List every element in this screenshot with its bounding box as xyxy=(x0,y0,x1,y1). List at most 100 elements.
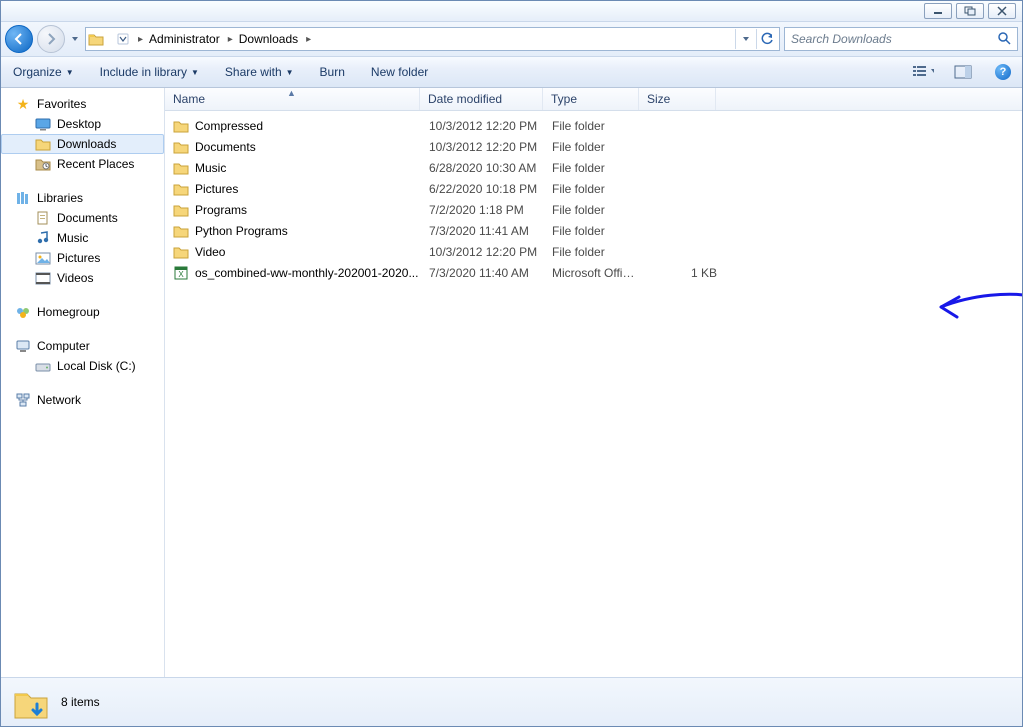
nav-label: Computer xyxy=(37,339,90,353)
down-arrow-icon[interactable] xyxy=(104,31,136,47)
svg-text:X: X xyxy=(178,270,184,279)
homegroup-header[interactable]: Homegroup xyxy=(1,302,164,322)
col-label: Type xyxy=(551,92,577,106)
col-label: Name xyxy=(173,92,205,106)
share-with-button[interactable]: Share with▼ xyxy=(221,63,298,81)
toolbar: Organize ▼ Include in library ▼ Share with… xyxy=(1,57,1022,88)
history-dropdown[interactable] xyxy=(69,26,81,52)
include-in-library-button[interactable]: Include in library ▼ xyxy=(96,63,203,81)
nav-local-disk-c[interactable]: Local Disk (C:) xyxy=(1,356,164,376)
desktop-icon xyxy=(35,116,51,132)
star-icon: ★ xyxy=(15,96,31,112)
nav-lib-videos[interactable]: Videos xyxy=(1,268,164,288)
minimize-button[interactable] xyxy=(924,3,952,19)
chevron-down-icon: ▼ xyxy=(66,68,74,77)
organize-button[interactable]: Organize ▼ xyxy=(9,63,78,81)
help-button[interactable]: ? xyxy=(992,62,1014,82)
status-bar: 8 items xyxy=(1,677,1022,726)
folder-icon xyxy=(173,202,189,218)
column-header-name[interactable]: Name ▲ xyxy=(165,88,420,110)
nav-label: Videos xyxy=(57,271,93,285)
status-count: 8 items xyxy=(61,695,100,709)
nav-label: Downloads xyxy=(57,137,116,151)
file-type: File folder xyxy=(552,140,648,154)
file-date: 10/3/2012 12:20 PM xyxy=(429,140,552,154)
file-type: File folder xyxy=(552,119,648,133)
file-name: Music xyxy=(195,161,226,175)
nav-label: Pictures xyxy=(57,251,100,265)
file-row[interactable]: Video10/3/2012 12:20 PMFile folder xyxy=(165,241,1022,262)
file-row[interactable]: Documents10/3/2012 12:20 PMFile folder xyxy=(165,136,1022,157)
file-name: Compressed xyxy=(195,119,263,133)
nav-label: Documents xyxy=(57,211,118,225)
toolbar-label: Organize xyxy=(13,65,62,79)
refresh-button[interactable] xyxy=(756,29,777,49)
breadcrumb-downloads[interactable]: Downloads xyxy=(235,28,304,50)
file-type: Microsoft Office E... xyxy=(552,266,648,280)
file-row[interactable]: Programs7/2/2020 1:18 PMFile folder xyxy=(165,199,1022,220)
close-button[interactable] xyxy=(988,3,1016,19)
annotation-arrow xyxy=(931,289,1022,325)
back-button[interactable] xyxy=(5,25,33,53)
nav-lib-documents[interactable]: Documents xyxy=(1,208,164,228)
nav-lib-pictures[interactable]: Pictures xyxy=(1,248,164,268)
new-folder-button[interactable]: New folder xyxy=(367,63,432,81)
pictures-icon xyxy=(35,250,51,266)
chevron-right-icon[interactable]: ▸ xyxy=(136,34,145,45)
network-header[interactable]: Network xyxy=(1,390,164,410)
libraries-icon xyxy=(15,190,31,206)
file-name: Pictures xyxy=(195,182,238,196)
nav-lib-music[interactable]: Music xyxy=(1,228,164,248)
search-placeholder: Search Downloads xyxy=(791,32,892,46)
file-date: 6/28/2020 10:30 AM xyxy=(429,161,552,175)
file-list[interactable]: Compressed10/3/2012 12:20 PMFile folderD… xyxy=(165,111,1022,677)
computer-header[interactable]: Computer xyxy=(1,336,164,356)
folder-icon xyxy=(173,139,189,155)
sort-asc-icon: ▲ xyxy=(287,88,296,98)
help-icon: ? xyxy=(995,64,1011,80)
nav-desktop[interactable]: Desktop xyxy=(1,114,164,134)
breadcrumb-label: Downloads xyxy=(239,32,298,46)
file-size: 1 KB xyxy=(648,266,725,280)
folder-large-icon xyxy=(11,684,47,720)
column-header-type[interactable]: Type xyxy=(543,88,639,110)
toolbar-label: Include in library xyxy=(100,65,187,79)
file-row[interactable]: Pictures6/22/2020 10:18 PMFile folder xyxy=(165,178,1022,199)
recent-places-icon xyxy=(35,156,51,172)
file-row[interactable]: Xos_combined-ww-monthly-202001-2020...7/… xyxy=(165,262,1022,283)
folder-icon xyxy=(173,223,189,239)
address-bar[interactable]: ▸ Administrator ▸ Downloads ▸ xyxy=(85,27,780,51)
breadcrumb-administrator[interactable]: Administrator xyxy=(145,28,226,50)
chevron-right-icon[interactable]: ▸ xyxy=(304,34,313,45)
view-options-button[interactable] xyxy=(912,62,934,82)
file-row[interactable]: Music6/28/2020 10:30 AMFile folder xyxy=(165,157,1022,178)
videos-icon xyxy=(35,270,51,286)
file-date: 10/3/2012 12:20 PM xyxy=(429,119,552,133)
file-type: File folder xyxy=(552,203,648,217)
search-input[interactable]: Search Downloads xyxy=(784,27,1018,51)
libraries-header[interactable]: Libraries xyxy=(1,188,164,208)
nav-downloads[interactable]: Downloads xyxy=(1,134,164,154)
file-row[interactable]: Compressed 10/3/2012 12:20 PMFile folder xyxy=(165,115,1022,136)
file-row[interactable]: Python Programs7/3/2020 11:41 AMFile fol… xyxy=(165,220,1022,241)
preview-pane-button[interactable] xyxy=(952,62,974,82)
column-header-size[interactable]: Size xyxy=(639,88,716,110)
nav-label: Recent Places xyxy=(57,157,134,171)
body: ★ Favorites Desktop Downloads Recent Pla… xyxy=(1,88,1022,677)
address-buttons xyxy=(735,29,777,49)
burn-button[interactable]: Burn xyxy=(316,63,349,81)
music-icon xyxy=(35,230,51,246)
favorites-header[interactable]: ★ Favorites xyxy=(1,94,164,114)
forward-button[interactable] xyxy=(37,25,65,53)
col-label: Size xyxy=(647,92,670,106)
chevron-down-icon: ▼ xyxy=(191,68,199,77)
chevron-right-icon[interactable]: ▸ xyxy=(226,34,235,45)
folder-icon xyxy=(173,244,189,260)
maximize-button[interactable] xyxy=(956,3,984,19)
column-header-date[interactable]: Date modified xyxy=(420,88,543,110)
homegroup-icon xyxy=(15,304,31,320)
nav-recent-places[interactable]: Recent Places xyxy=(1,154,164,174)
file-type: File folder xyxy=(552,182,648,196)
address-dropdown[interactable] xyxy=(735,29,756,49)
network-group: Network xyxy=(1,390,164,410)
